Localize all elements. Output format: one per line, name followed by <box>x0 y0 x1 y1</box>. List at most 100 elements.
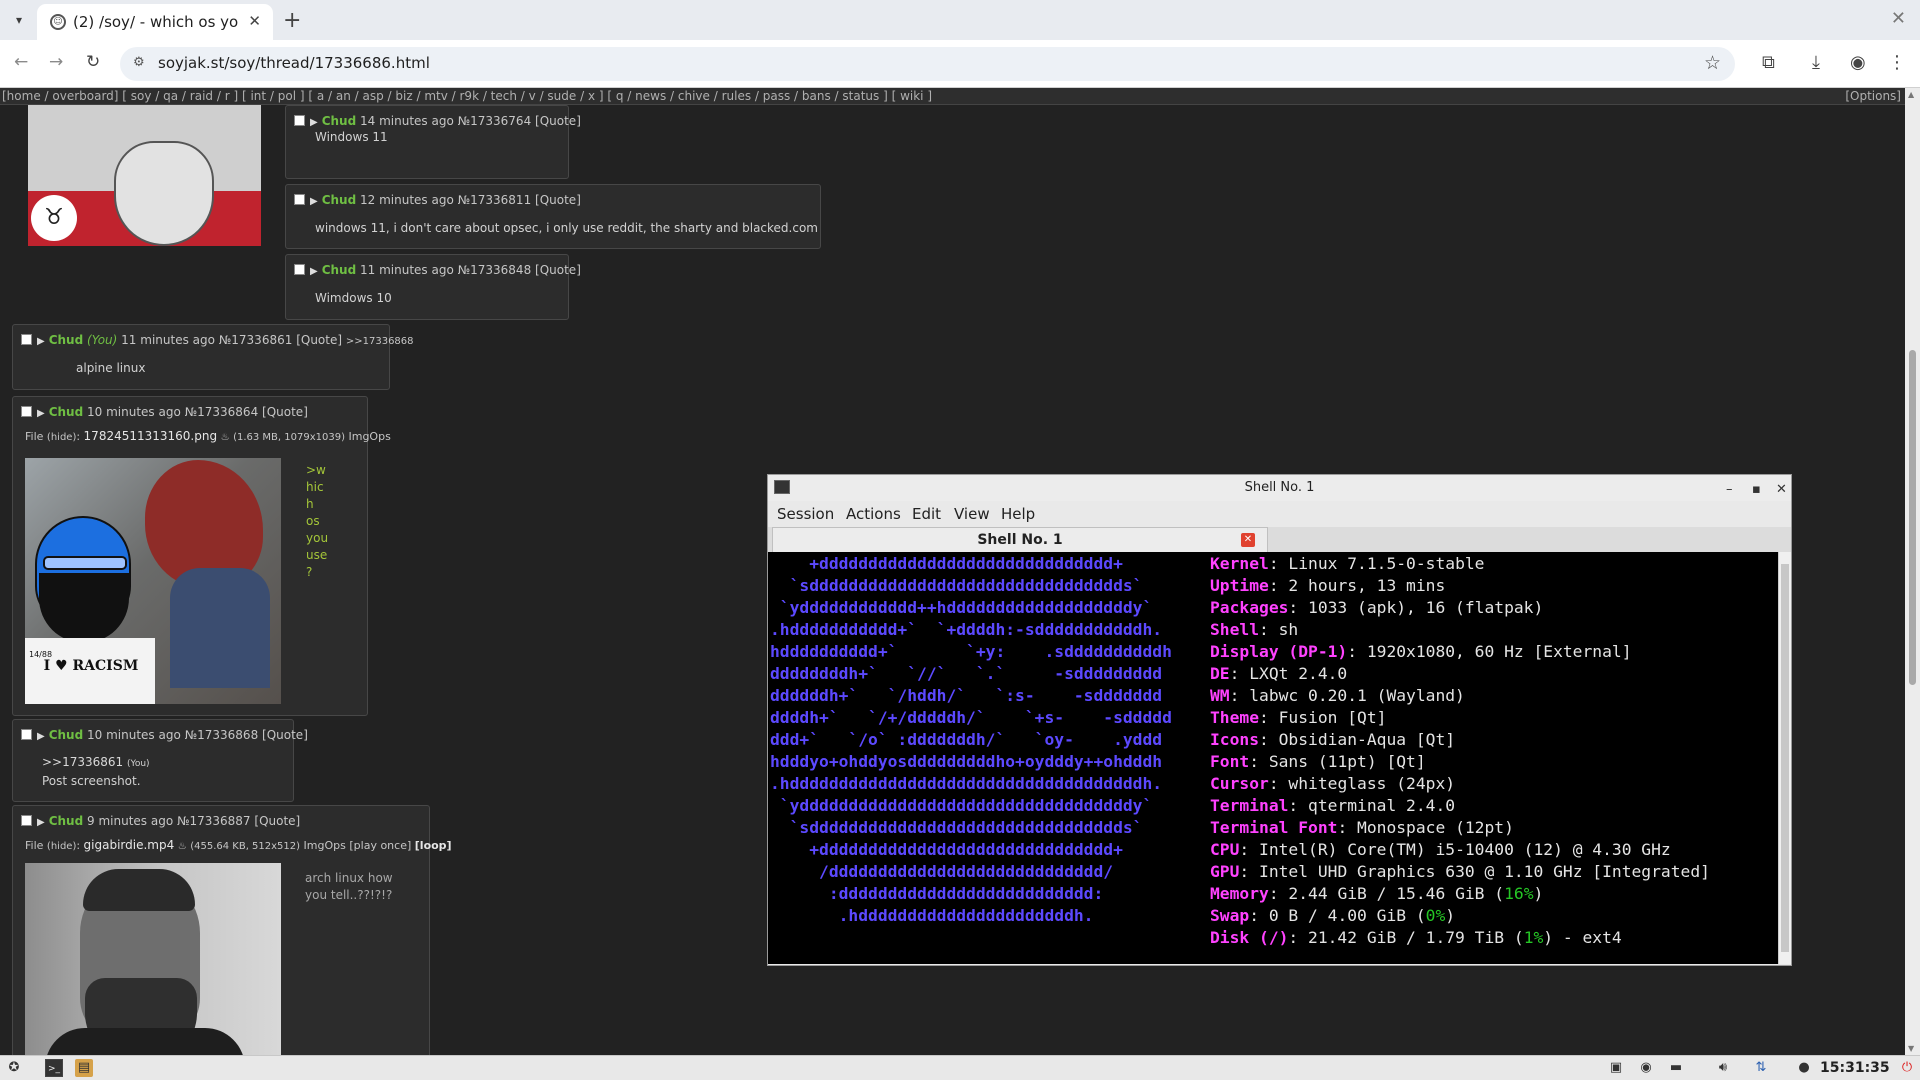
tray-app-icon[interactable]: ● <box>1795 1059 1813 1077</box>
clock[interactable]: 15:31:35 <box>1820 1060 1890 1076</box>
reply-quote-link[interactable]: >>17336861 <box>42 755 123 769</box>
terminal-tab[interactable]: Shell No. 1 ✕ <box>772 527 1268 552</box>
post-menu-arrow-icon[interactable]: ▶ <box>310 266 318 277</box>
options-link[interactable]: [Options] <box>1845 88 1901 104</box>
post-checkbox[interactable] <box>294 115 305 126</box>
start-menu-icon[interactable]: ✪ <box>5 1059 23 1077</box>
post-number[interactable]: №17336861 <box>219 333 293 347</box>
info-key: Terminal Font <box>1210 818 1338 837</box>
post-menu-arrow-icon[interactable]: ▶ <box>37 817 45 828</box>
menu-session[interactable]: Session <box>777 505 834 523</box>
profile-icon[interactable]: ◉ <box>1850 52 1866 73</box>
backlink[interactable]: >>17336868 <box>346 336 414 347</box>
post-number[interactable]: №17336811 <box>458 193 532 207</box>
address-bar[interactable]: ⚙ soyjak.st/soy/thread/17336686.html ☆ <box>120 47 1735 81</box>
network-icon[interactable]: ⇅ <box>1752 1059 1770 1077</box>
info-value: : sh <box>1259 620 1299 639</box>
maximize-icon[interactable]: ▪ <box>1752 477 1761 503</box>
new-tab-icon[interactable]: + <box>283 8 301 33</box>
bookmark-star-icon[interactable]: ☆ <box>1704 52 1721 74</box>
op-image[interactable]: ♉ <box>28 105 261 246</box>
info-line: Icons: Obsidian-Aqua [Qt] <box>1210 729 1710 751</box>
board-links[interactable]: [home / overboard] [ soy / qa / raid / r… <box>2 88 932 104</box>
terminal-launcher-icon[interactable]: >_ <box>45 1059 63 1077</box>
info-key: Icons <box>1210 730 1260 749</box>
file-name[interactable]: gigabirdie.mp4 <box>84 838 175 852</box>
menu-view[interactable]: View <box>954 505 990 523</box>
terminal-scrollbar[interactable] <box>1778 552 1791 964</box>
quote-link[interactable]: [Quote] <box>535 193 581 207</box>
menu-actions[interactable]: Actions <box>846 505 901 523</box>
post-checkbox[interactable] <box>21 815 32 826</box>
post-number[interactable]: №17336887 <box>177 814 251 828</box>
beard-illustration <box>114 141 214 246</box>
quote-link[interactable]: [Quote] <box>535 263 581 277</box>
post-menu-arrow-icon[interactable]: ▶ <box>310 196 318 207</box>
post-number[interactable]: №17336864 <box>185 405 259 419</box>
forward-icon[interactable]: → <box>49 52 63 72</box>
page-scrollbar[interactable]: ▲ ▼ <box>1905 88 1920 1055</box>
extensions-icon[interactable]: ⧉ <box>1762 52 1775 73</box>
info-key: Terminal <box>1210 796 1289 815</box>
minimize-icon[interactable]: – <box>1726 477 1733 503</box>
greentext-block: >w hic h os you use? <box>306 463 329 579</box>
video-thumbnail[interactable] <box>25 863 281 1055</box>
close-tab-icon[interactable]: ✕ <box>1241 533 1255 547</box>
info-key: DE <box>1210 664 1230 683</box>
play-once-link[interactable]: [play once] <box>349 839 411 852</box>
post-checkbox[interactable] <box>21 406 32 417</box>
file-hide-link[interactable]: (hide) <box>47 432 76 443</box>
file-hide-link[interactable]: (hide) <box>47 841 76 852</box>
loop-link[interactable]: [loop] <box>415 839 452 852</box>
post-number[interactable]: №17336848 <box>458 263 532 277</box>
menu-kebab-icon[interactable]: ⋮ <box>1888 52 1906 73</box>
tray-files-icon[interactable]: ▬ <box>1667 1059 1685 1077</box>
back-icon[interactable]: ← <box>14 52 28 72</box>
imgops-link[interactable]: ImgOps <box>348 430 390 443</box>
post-menu-arrow-icon[interactable]: ▶ <box>37 336 45 347</box>
tray-browser-icon[interactable]: ◉ <box>1637 1059 1655 1077</box>
terminal-output[interactable]: +dddddddddddddddddddddddddddddd+ `sddddd… <box>768 552 1778 964</box>
post-number[interactable]: №17336868 <box>185 728 259 742</box>
post-number[interactable]: №17336764 <box>458 114 532 128</box>
post-image-thumbnail[interactable]: I ♥ RACISM 14/88 <box>25 458 281 704</box>
scroll-up-icon[interactable]: ▲ <box>1908 90 1914 99</box>
favicon-icon: ☺ <box>50 14 66 30</box>
tray-window-icon[interactable]: ▣ <box>1607 1059 1625 1077</box>
quote-link[interactable]: [Quote] <box>262 405 308 419</box>
quote-link[interactable]: [Quote] <box>254 814 300 828</box>
download-icon[interactable]: ⤓ <box>1812 52 1820 73</box>
close-icon[interactable]: ✕ <box>1776 477 1787 503</box>
site-info-icon[interactable]: ⚙ <box>133 55 145 70</box>
tab-strip: ▾ ☺ (2) /soy/ - which os yo ✕ + ✕ <box>0 0 1920 40</box>
post-time: 14 minutes ago <box>360 114 454 128</box>
quote-link[interactable]: [Quote] <box>296 333 342 347</box>
info-tail: ) - ext4 <box>1543 928 1622 947</box>
browser-tab[interactable]: ☺ (2) /soy/ - which os yo ✕ <box>37 4 273 40</box>
post-checkbox[interactable] <box>294 264 305 275</box>
reload-icon[interactable]: ↻ <box>86 52 100 72</box>
file-manager-icon[interactable]: ▤ <box>75 1059 93 1077</box>
terminal-titlebar[interactable]: Shell No. 1 – ▪ ✕ <box>768 475 1791 501</box>
quote-link[interactable]: [Quote] <box>262 728 308 742</box>
close-tab-icon[interactable]: ✕ <box>248 12 261 30</box>
volume-icon[interactable]: 🔊︎ <box>1714 1059 1732 1077</box>
power-icon[interactable]: ⏻ <box>1898 1059 1916 1077</box>
info-key: Kernel <box>1210 554 1269 573</box>
file-name[interactable]: 17824511313160.png <box>84 429 218 443</box>
post-menu-arrow-icon[interactable]: ▶ <box>310 117 318 128</box>
scroll-down-icon[interactable]: ▼ <box>1908 1044 1914 1053</box>
post-menu-arrow-icon[interactable]: ▶ <box>37 408 45 419</box>
url-text[interactable]: soyjak.st/soy/thread/17336686.html <box>158 54 430 72</box>
post-checkbox[interactable] <box>21 334 32 345</box>
imgops-link[interactable]: ImgOps <box>304 839 346 852</box>
tab-search-chevron-icon[interactable]: ▾ <box>9 10 29 30</box>
scrollbar-thumb[interactable] <box>1909 350 1916 685</box>
post-menu-arrow-icon[interactable]: ▶ <box>37 731 45 742</box>
menu-edit[interactable]: Edit <box>912 505 941 523</box>
post-checkbox[interactable] <box>21 729 32 740</box>
window-close-icon[interactable]: ✕ <box>1891 8 1906 29</box>
quote-link[interactable]: [Quote] <box>535 114 581 128</box>
post-checkbox[interactable] <box>294 194 305 205</box>
menu-help[interactable]: Help <box>1001 505 1035 523</box>
